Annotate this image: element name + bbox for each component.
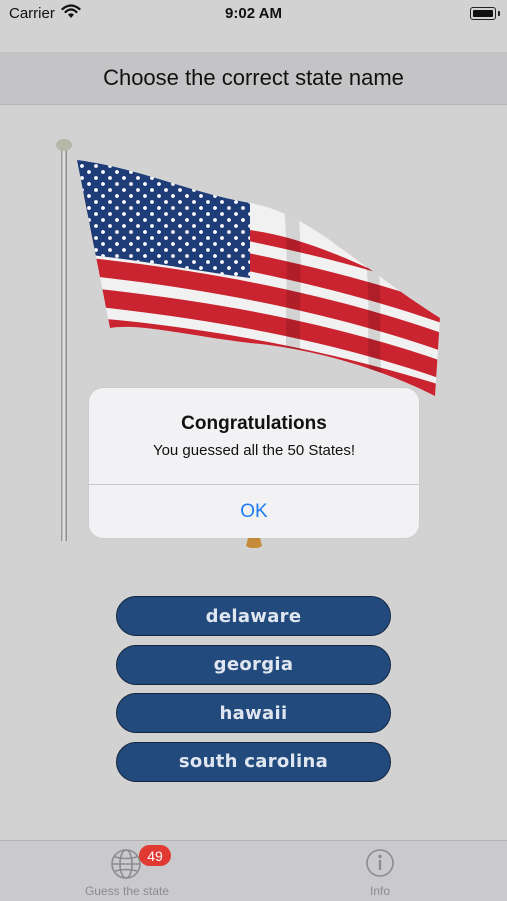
- notification-badge: 49: [139, 845, 171, 866]
- page-title: Choose the correct state name: [103, 65, 404, 90]
- clock: 9:02 AM: [225, 5, 282, 22]
- answer-list: delaware georgia hawaii south carolina: [116, 596, 391, 790]
- globe-icon: [111, 849, 141, 879]
- battery-icon: [470, 7, 496, 20]
- answer-button-georgia[interactable]: georgia: [116, 644, 391, 685]
- info-icon: [366, 849, 394, 877]
- alert-message: You guessed all the 50 States!: [152, 442, 356, 459]
- answer-button-delaware[interactable]: delaware: [116, 596, 391, 636]
- tab-label-guess: Guess the state: [84, 884, 170, 898]
- status-bar: Carrier 9:02 AM: [0, 0, 507, 30]
- congratulations-alert: Congratulations You guessed all the 50 S…: [89, 388, 419, 538]
- tab-label-info: Info: [369, 884, 390, 898]
- answer-button-hawaii[interactable]: hawaii: [116, 693, 391, 733]
- battery-tip: [498, 11, 500, 16]
- tab-bar: 49 Guess the state Info: [0, 840, 507, 901]
- alert-title: Congratulations: [181, 413, 327, 434]
- alert-ok-button[interactable]: OK: [89, 485, 419, 538]
- header-bar: Choose the correct state name: [0, 52, 507, 105]
- tab-info[interactable]: Info: [253, 841, 507, 901]
- tab-guess-the-state[interactable]: 49 Guess the state: [0, 841, 254, 901]
- answer-button-south-carolina[interactable]: south carolina: [116, 741, 391, 782]
